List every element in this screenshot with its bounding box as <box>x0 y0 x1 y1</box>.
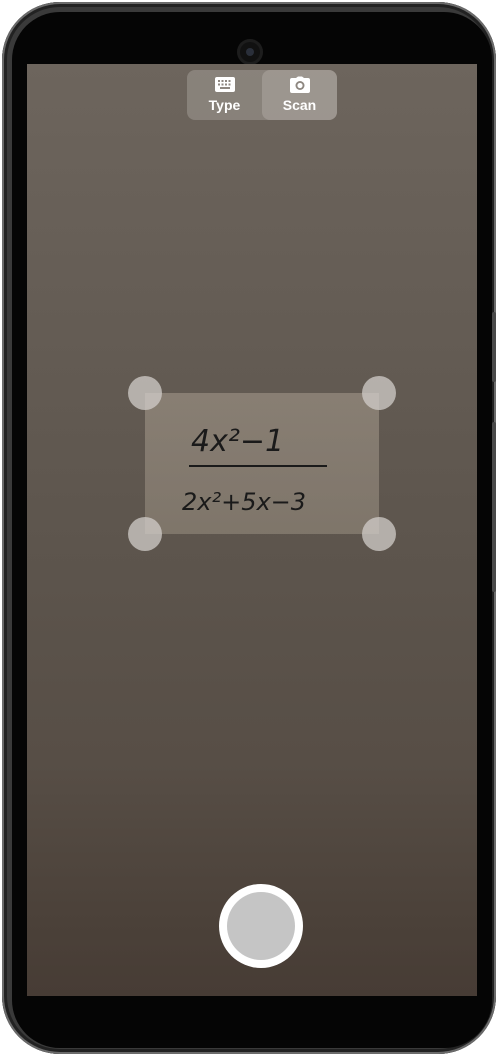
type-mode-button[interactable]: Type <box>187 70 262 120</box>
crop-handle-top-left[interactable] <box>128 376 162 410</box>
scan-mode-label: Scan <box>282 97 317 113</box>
camera-viewfinder: Type Scan 4x²−1 2x²+5x−3 <box>27 64 477 996</box>
volume-button <box>492 312 496 382</box>
camera-icon <box>290 76 310 93</box>
crop-handle-bottom-left[interactable] <box>128 517 162 551</box>
keyboard-icon <box>215 77 235 92</box>
phone-frame: Type Scan 4x²−1 2x²+5x−3 <box>2 2 496 1054</box>
denominator-text: 2x²+5x−3 <box>182 488 306 516</box>
crop-handle-bottom-right[interactable] <box>362 517 396 551</box>
handwritten-expression: 4x²−1 2x²+5x−3 <box>182 424 327 516</box>
type-mode-label: Type <box>208 97 241 113</box>
power-button <box>492 422 496 592</box>
screen-bezel: Type Scan 4x²−1 2x²+5x−3 <box>12 12 492 1048</box>
shutter-button-inner <box>227 892 295 960</box>
crop-handle-top-right[interactable] <box>362 376 396 410</box>
shutter-button[interactable] <box>219 884 303 968</box>
scan-crop-region: 4x²−1 2x²+5x−3 <box>145 393 379 534</box>
front-camera <box>237 39 263 65</box>
numerator-text: 4x²−1 <box>191 424 284 459</box>
input-mode-switch: Type Scan <box>187 70 337 120</box>
scan-mode-button[interactable]: Scan <box>262 70 337 120</box>
